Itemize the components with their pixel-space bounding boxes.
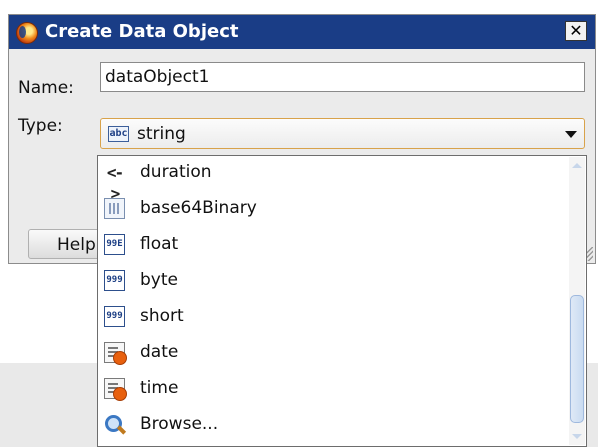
list-item-label: date <box>140 342 179 362</box>
list-item-label: base64Binary <box>140 198 257 218</box>
chevron-down-icon[interactable] <box>565 131 577 138</box>
app-logo-icon <box>16 22 38 44</box>
list-item-label: short <box>140 306 184 326</box>
list-item-byte[interactable]: 999 byte <box>98 264 568 298</box>
scroll-thumb[interactable] <box>570 295 584 423</box>
type-select[interactable]: abc string <box>100 118 585 149</box>
type-select-value: string <box>137 124 186 144</box>
duration-icon: <-> <box>106 163 124 203</box>
search-icon <box>104 414 125 435</box>
name-input[interactable] <box>100 62 585 92</box>
list-item-label: float <box>140 234 179 254</box>
short-icon: 999 <box>104 306 125 327</box>
type-dropdown-list[interactable]: <-> duration base64Binary 99E float 999 … <box>97 155 587 447</box>
list-item-label: duration <box>140 162 212 182</box>
list-item-label: Browse... <box>140 414 219 434</box>
scroll-down-icon[interactable] <box>572 434 582 439</box>
close-button[interactable]: ✕ <box>565 21 587 41</box>
string-type-icon: abc <box>108 126 129 142</box>
list-item-browse[interactable]: Browse... <box>98 408 568 442</box>
dialog-title: Create Data Object <box>45 21 239 42</box>
dropdown-scrollbar[interactable] <box>569 157 585 445</box>
calendar-clock-icon <box>104 342 127 365</box>
scroll-up-icon[interactable] <box>572 163 582 168</box>
byte-icon: 999 <box>104 270 125 291</box>
list-item-date[interactable]: date <box>98 336 568 370</box>
type-label: Type: <box>18 116 63 136</box>
list-item-time[interactable]: time <box>98 372 568 406</box>
help-button-label: Help <box>57 235 96 255</box>
float-icon: 99E <box>104 234 125 255</box>
binary-icon <box>104 198 125 219</box>
list-item-duration[interactable]: <-> duration <box>98 156 568 203</box>
list-item-label: time <box>140 378 179 398</box>
list-item-float[interactable]: 99E float <box>98 228 568 262</box>
list-item-base64binary[interactable]: base64Binary <box>98 192 568 226</box>
list-item-short[interactable]: 999 short <box>98 300 568 334</box>
dialog-titlebar[interactable]: Create Data Object ✕ <box>9 15 595 49</box>
background-top <box>0 0 598 14</box>
list-item-label: byte <box>140 270 178 290</box>
name-label: Name: <box>18 78 74 98</box>
calendar-clock-icon <box>104 378 127 401</box>
